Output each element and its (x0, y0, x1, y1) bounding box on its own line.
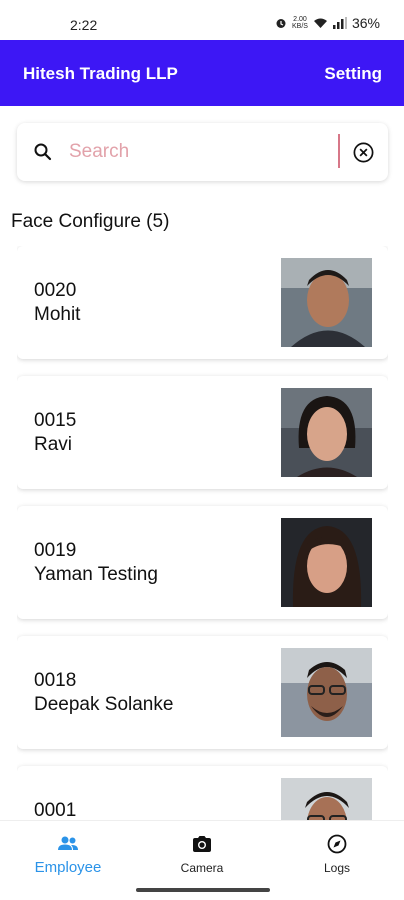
employee-code: 0015 (34, 410, 77, 431)
home-indicator[interactable] (136, 888, 270, 892)
network-rate: 2.00 KB/S (292, 16, 308, 30)
employee-photo (281, 388, 372, 477)
employee-photo (281, 518, 372, 607)
employee-card[interactable]: 0018 Deepak Solanke (17, 636, 388, 749)
clear-icon[interactable] (352, 141, 375, 164)
company-title: Hitesh Trading LLP (23, 64, 178, 83)
nav-camera[interactable]: Camera (142, 833, 262, 875)
battery-percent: 36% (351, 15, 380, 31)
search-input[interactable] (69, 137, 344, 167)
camera-icon (193, 836, 211, 852)
nav-employee-label: Employee (34, 859, 102, 876)
employee-code: 0018 (34, 670, 77, 691)
status-bar: 2:22 2.00 KB/S 36% (0, 0, 404, 40)
employee-name: Yaman Testing (34, 564, 158, 585)
search-divider (338, 134, 340, 168)
alarm-icon (276, 19, 286, 28)
status-icons: 2.00 KB/S 36% (275, 15, 380, 31)
employee-code: 0020 (34, 280, 77, 301)
employee-list: 0020 Mohit 0015 Ravi 0019 Yaman Testing (17, 246, 388, 820)
nav-camera-label: Camera (180, 861, 224, 875)
employee-name: Deepak Solanke (34, 694, 174, 715)
search-bar (17, 123, 388, 181)
nav-logs-label: Logs (323, 861, 351, 875)
nav-employee[interactable]: Employee (8, 833, 128, 876)
employee-photo (281, 778, 372, 820)
employee-card[interactable]: 0019 Yaman Testing (17, 506, 388, 619)
employee-card[interactable]: 0015 Ravi (17, 376, 388, 489)
employee-code: 0001 (34, 800, 77, 820)
status-time: 2:22 (70, 17, 98, 33)
nav-logs[interactable]: Logs (277, 833, 397, 875)
employee-photo (281, 648, 372, 737)
employee-card[interactable]: 0020 Mohit (17, 246, 388, 359)
employee-name: Ravi (34, 434, 73, 455)
employee-photo (281, 258, 372, 347)
app-bar: Hitesh Trading LLP Setting (0, 40, 404, 106)
wifi-icon (313, 18, 327, 28)
setting-button[interactable]: Setting (324, 64, 382, 84)
search-icon (34, 143, 52, 161)
employee-name: Mohit (34, 304, 81, 325)
employee-code: 0019 (34, 540, 77, 561)
signal-icon (332, 17, 347, 29)
compass-icon (327, 834, 347, 854)
section-title: Face Configure (5) (11, 211, 170, 232)
people-icon (58, 836, 78, 850)
employee-card[interactable]: 0001 (17, 766, 388, 820)
